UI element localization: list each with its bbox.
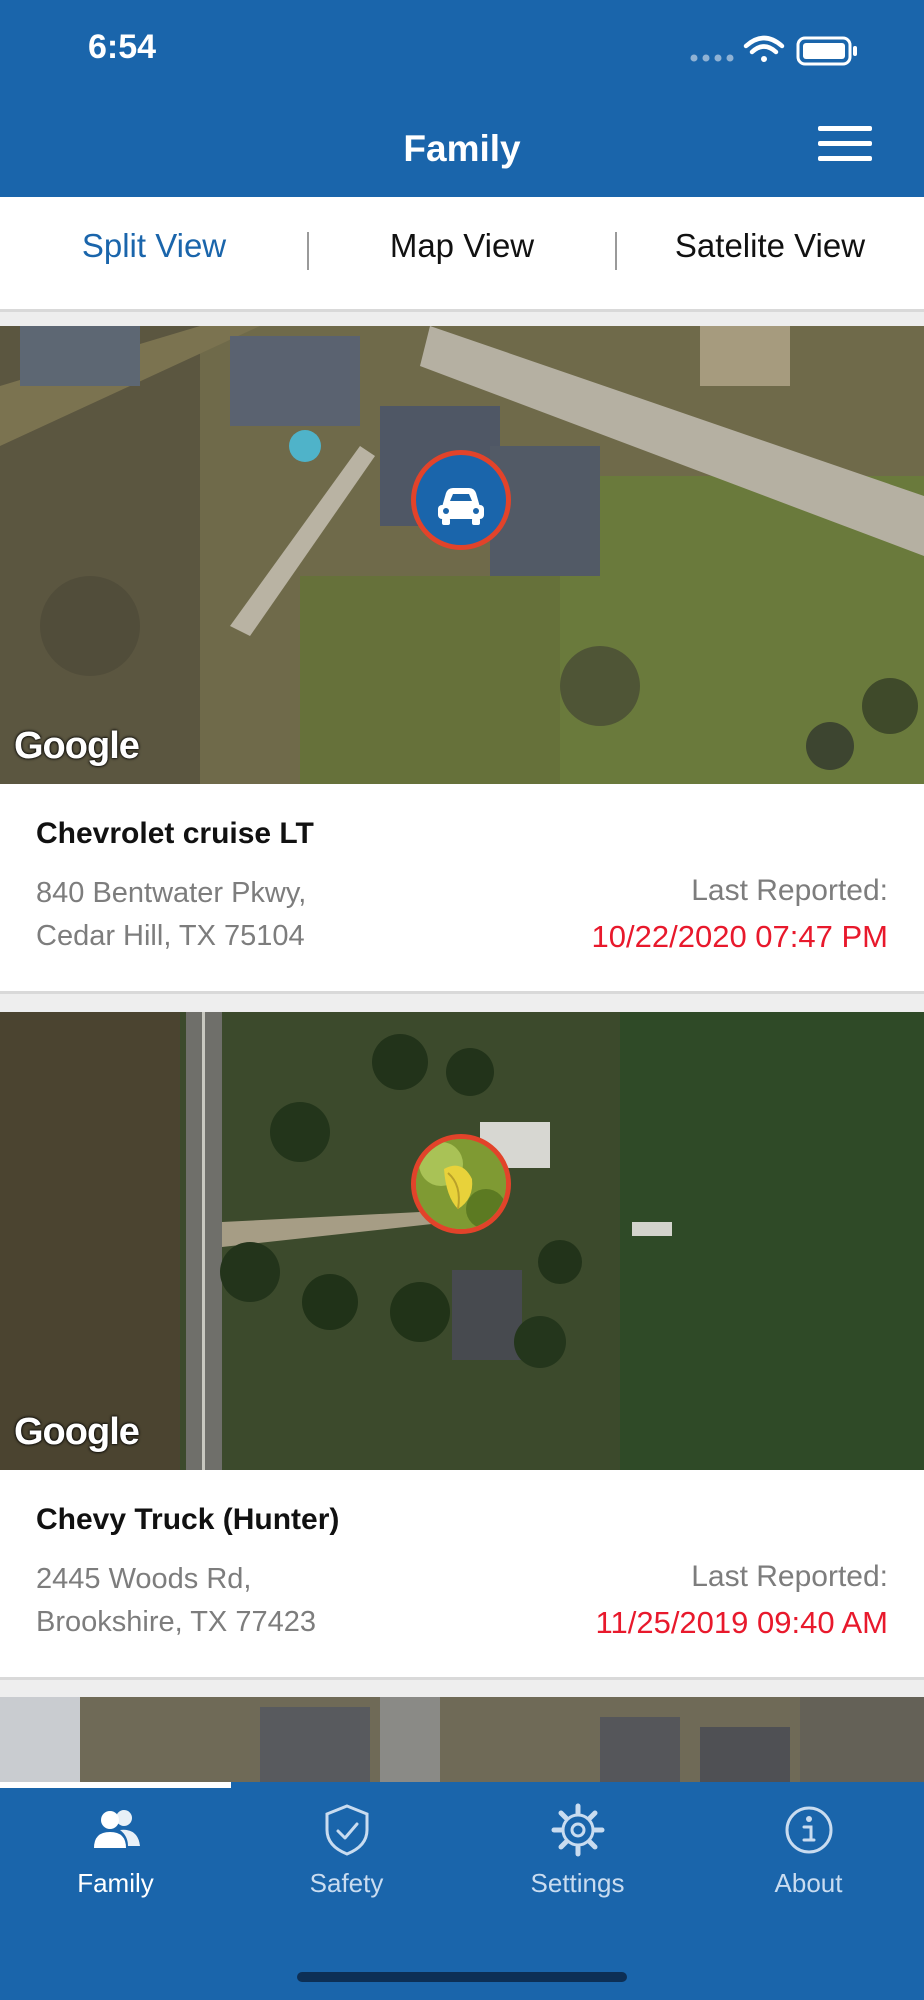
tab-label: Settings <box>530 1868 625 1898</box>
vehicle-name: Chevrolet cruise LT <box>36 817 314 850</box>
gear-icon <box>551 1803 604 1857</box>
vehicle-map-1[interactable]: Google <box>0 326 924 784</box>
hamburger-icon <box>818 126 872 131</box>
family-icon <box>93 1810 140 1848</box>
signal-icon <box>690 54 734 62</box>
vehicle-card[interactable]: Chevrolet cruise LT 840 Bentwater Pkwy, … <box>0 784 924 994</box>
address-line-1: 840 Bentwater Pkwy, <box>36 877 307 909</box>
vehicle-location-pin[interactable] <box>411 1134 511 1234</box>
satellite-imagery <box>0 1012 924 1470</box>
last-reported-time: 10/22/2020 07:47 PM <box>591 919 888 954</box>
tab-label: About <box>774 1868 843 1898</box>
last-reported-label: Last Reported: <box>691 874 888 907</box>
google-attribution: Google <box>14 1411 140 1453</box>
address-line-2: Cedar Hill, TX 75104 <box>36 920 305 952</box>
battery-icon <box>796 36 857 66</box>
tab-safety[interactable]: Safety <box>231 1802 462 1922</box>
page-title: Family <box>403 128 521 169</box>
navigation-bar: Family <box>0 100 924 197</box>
active-tab-indicator <box>0 1782 231 1788</box>
satellite-imagery <box>0 1697 924 1782</box>
last-reported-label: Last Reported: <box>691 1560 888 1593</box>
shield-icon <box>325 1804 368 1856</box>
tab-about[interactable]: About <box>693 1802 924 1922</box>
address-line-2: Brookshire, TX 77423 <box>36 1606 316 1638</box>
satellite-imagery <box>0 326 924 784</box>
tab-label: Safety <box>309 1868 384 1898</box>
tab-map-view[interactable]: Map View <box>308 197 616 297</box>
status-time: 6:54 <box>88 28 157 66</box>
status-bar: 6:54 <box>0 0 924 100</box>
vehicle-address: 2445 Woods Rd, Brookshire, TX 77423 <box>36 1558 316 1644</box>
info-icon <box>785 1806 832 1854</box>
home-indicator[interactable] <box>297 1972 627 1982</box>
tab-label: Family <box>77 1868 154 1898</box>
wifi-icon <box>743 35 785 62</box>
google-attribution: Google <box>14 725 140 767</box>
tab-satellite-view[interactable]: Satelite View <box>616 197 924 297</box>
address-line-1: 2445 Woods Rd, <box>36 1563 252 1595</box>
tab-split-view[interactable]: Split View <box>0 197 308 297</box>
status-icons <box>690 35 857 66</box>
view-mode-tabs: Split View Map View Satelite View <box>0 197 924 312</box>
last-reported-time: 11/25/2019 09:40 AM <box>595 1605 888 1640</box>
vehicle-map-2[interactable]: Google <box>0 1012 924 1470</box>
vehicle-card[interactable]: Chevy Truck (Hunter) 2445 Woods Rd, Broo… <box>0 1470 924 1680</box>
car-icon <box>438 488 484 525</box>
vehicle-location-pin[interactable] <box>411 450 511 550</box>
tab-settings[interactable]: Settings <box>462 1802 693 1922</box>
menu-button[interactable] <box>818 126 872 162</box>
bottom-tab-bar: Family Safety Settings About <box>0 1782 924 2000</box>
leaf-photo-avatar <box>416 1139 506 1229</box>
vehicle-map-3[interactable] <box>0 1697 924 1782</box>
vehicle-address: 840 Bentwater Pkwy, Cedar Hill, TX 75104 <box>36 872 306 958</box>
tab-family[interactable]: Family <box>0 1802 231 1922</box>
vehicle-name: Chevy Truck (Hunter) <box>36 1503 340 1536</box>
